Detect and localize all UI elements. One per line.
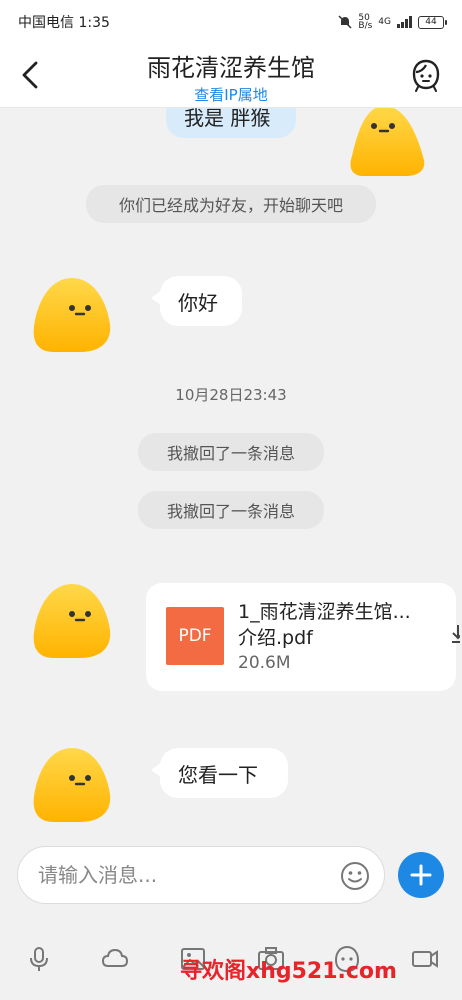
- status-bar: 中国电信 1:35 50 B/s 4G 44: [0, 0, 462, 44]
- video-icon[interactable]: [410, 944, 440, 974]
- message-input[interactable]: [17, 846, 385, 904]
- file-name: 1_雨花清涩养生馆... 介绍.pdf: [238, 601, 411, 649]
- my-avatar[interactable]: [346, 108, 430, 180]
- signal-icon: [397, 16, 412, 28]
- plus-icon: [410, 864, 432, 886]
- contact-avatar[interactable]: [30, 582, 114, 662]
- download-icon[interactable]: [448, 623, 460, 645]
- outgoing-message-bubble[interactable]: 我是 胖猴: [166, 108, 296, 138]
- status-icons: 50 B/s 4G 44: [338, 13, 447, 31]
- watermark-text: 寻欢阁xhg521.com: [180, 959, 397, 984]
- file-size: 20.6M: [238, 653, 291, 673]
- message-timestamp: 10月28日23:43: [175, 386, 287, 404]
- chat-header: 雨花清涩养生馆 查看IP属地: [0, 44, 462, 108]
- more-actions-button[interactable]: [398, 852, 444, 898]
- contact-avatar[interactable]: [30, 276, 114, 356]
- system-notice-friends: 你们已经成为好友，开始聊天吧: [86, 185, 376, 223]
- pdf-file-icon: PDF: [166, 607, 224, 665]
- view-ip-location-link[interactable]: 查看IP属地: [0, 84, 462, 105]
- file-message-card[interactable]: PDF 1_雨花清涩养生馆... 介绍.pdf 20.6M: [146, 583, 460, 691]
- incoming-message-bubble[interactable]: 您看一下: [151, 748, 288, 798]
- network-type: 4G: [378, 17, 391, 27]
- incoming-message-bubble[interactable]: 你好: [151, 276, 242, 326]
- carrier-time: 中国电信 1:35: [18, 15, 110, 31]
- contact-avatar[interactable]: [30, 746, 114, 826]
- system-notice-recall: 我撤回了一条消息: [138, 491, 324, 529]
- emoji-icon[interactable]: [340, 861, 370, 891]
- contact-name: 雨花清涩养生馆: [147, 54, 315, 82]
- microphone-icon[interactable]: [24, 944, 54, 974]
- message-input-bar: [0, 836, 462, 918]
- mute-icon: [338, 15, 352, 29]
- net-speed: 50 B/s: [358, 13, 373, 31]
- system-notice-recall: 我撤回了一条消息: [138, 433, 324, 471]
- cloud-icon[interactable]: [100, 944, 130, 974]
- profile-icon[interactable]: [410, 58, 442, 92]
- battery-icon: 44: [418, 15, 447, 29]
- chat-messages[interactable]: 我是 胖猴 你们已经成为好友，开始聊天吧 你好 10月28日23:43 我撤回了…: [0, 108, 462, 836]
